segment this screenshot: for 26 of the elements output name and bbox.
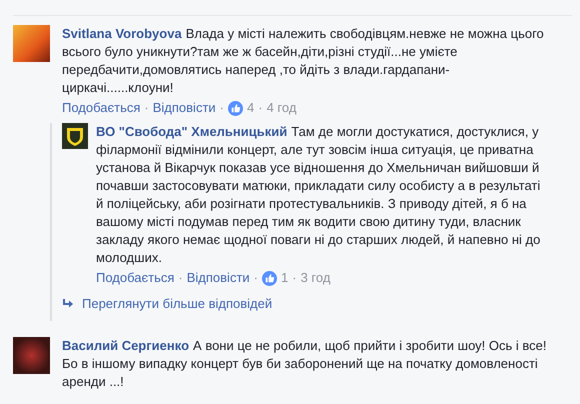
like-link[interactable]: Подобається xyxy=(96,269,174,287)
like-icon xyxy=(228,100,244,116)
photo-placeholder xyxy=(13,25,50,62)
comment-text: Василий Сергиенко А вони це не робили, щоб прийти і зробити шоу! Ось і все! Бо в іншому випадку концерт був би заборонений ще на початку домовленості аренди ...! xyxy=(62,337,548,391)
reply-link[interactable]: Відповісти xyxy=(152,99,216,117)
separator-dot: · xyxy=(254,269,258,287)
reply-arrow-icon xyxy=(62,299,74,309)
separator-dot: · xyxy=(144,99,149,117)
comment-text: Svitlana Vorobyova Влада у місті належить свободівцям.невже не можна цього всього було уникнути?там же ж басейн,діти,різні студії...не умієте передбачити,домовлятись наперед ,то йдіть з влади.гардапани-циркачі......клоуни! xyxy=(62,25,545,97)
reply-link[interactable]: Відповісти xyxy=(186,269,250,287)
like-link[interactable]: Подобається xyxy=(62,99,140,117)
more-replies-link[interactable]: Переглянути більше відповідей xyxy=(82,295,272,313)
like-icon xyxy=(262,270,278,286)
comment-text: ВО "Свобода" Хмельницький Там де могли достукатися, достуклися, у філармонії відмінили концерт, але тут зовсім інша ситуація, це приватна установа й Вікарчук показав усе відношення до Хмельничан вийшовши й почавши застосовувати матюки, прикладати силу особисту а в результаті й поліцейську, аби розігнати протестувальників. З приводу дітей, я б на вашому місті подумав перед тим як водити свою дитину туди, власник закладу якого немає щодної поваги ні до старших людей, й напевно ні до молодших. xyxy=(96,123,542,267)
like-count: 4 xyxy=(247,99,254,117)
timestamp: 3 год xyxy=(300,269,330,287)
separator-dot: · xyxy=(220,99,224,117)
photo-placeholder xyxy=(13,337,50,374)
like-count: 1 xyxy=(281,269,288,287)
timestamp: 4 год xyxy=(266,99,296,117)
separator-dot: · xyxy=(292,269,297,287)
separator-dot: · xyxy=(258,99,263,117)
author-link[interactable]: ВО "Свобода" Хмельницький xyxy=(96,124,288,139)
author-link[interactable]: Svitlana Vorobyova xyxy=(62,26,182,41)
author-link[interactable]: Василий Сергиенко xyxy=(62,338,190,353)
separator-dot: · xyxy=(178,269,183,287)
